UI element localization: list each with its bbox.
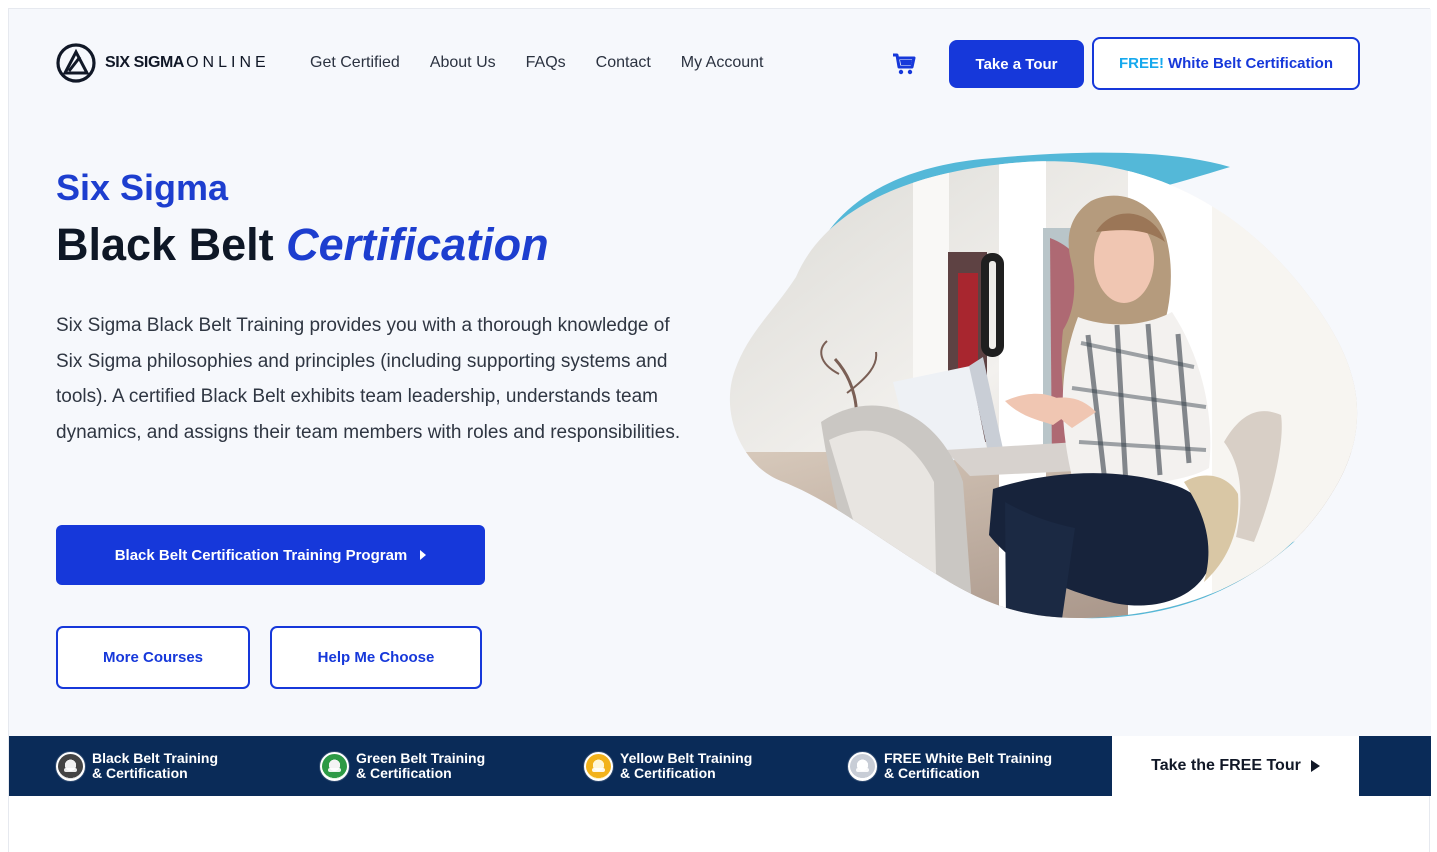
green-belt-course-label: Green Belt Training & Certification (356, 751, 485, 781)
white-belt-course-label: FREE White Belt Training & Certification (884, 751, 1052, 781)
six-sigma-logo-icon (56, 43, 96, 83)
take-free-tour-label: Take the FREE Tour (1151, 757, 1301, 774)
play-caret-icon (1310, 760, 1320, 772)
yellow-belt-course-line-1: Yellow Belt Training (620, 750, 753, 766)
white-belt-badge-icon (848, 751, 877, 781)
black-belt-badge-icon (56, 751, 85, 781)
white-belt-course-line-2: & Certification (884, 765, 980, 781)
hero-title-emphasis: Certification (286, 219, 549, 270)
hero-section: SIX SIGMA ONLINE Get Certified About Us … (9, 9, 1431, 736)
yellow-belt-badge-icon (584, 751, 613, 781)
logo-text: SIX SIGMA ONLINE (105, 54, 270, 72)
nav-my-account[interactable]: My Account (681, 54, 764, 72)
course-navigation-bar: Black Belt Training & Certification Gree… (9, 736, 1431, 796)
green-belt-badge-icon (320, 751, 349, 781)
nav-faqs[interactable]: FAQs (526, 54, 566, 72)
white-belt-course-line-1: FREE White Belt Training (884, 750, 1053, 766)
black-belt-program-button[interactable]: Black Belt Certification Training Progra… (56, 525, 485, 585)
white-belt-button-label: White Belt Certification (1167, 55, 1333, 72)
take-free-tour-button[interactable]: Take the FREE Tour (1112, 736, 1359, 796)
green-belt-course-line-1: Green Belt Training (356, 750, 486, 766)
shopping-cart-svg (893, 53, 916, 75)
black-belt-course-label: Black Belt Training & Certification (92, 751, 218, 781)
more-courses-button[interactable]: More Courses (56, 626, 250, 689)
white-belt-course-link[interactable]: FREE White Belt Training & Certification (848, 736, 1052, 796)
free-white-belt-certification-button[interactable]: FREE! White Belt Certification (1092, 37, 1360, 90)
green-belt-course-line-2: & Certification (356, 765, 452, 781)
site-logo[interactable]: SIX SIGMA ONLINE (55, 42, 270, 84)
caret-right-icon (420, 550, 427, 560)
yellow-belt-course-link[interactable]: Yellow Belt Training & Certification (584, 736, 752, 796)
logo-light-text: ONLINE (186, 54, 270, 71)
hero-kicker: Six Sigma (56, 167, 229, 208)
logo-strong-text: SIX SIGMA (105, 54, 185, 71)
hero-description: Six Sigma Black Belt Training provides y… (56, 315, 681, 443)
black-belt-program-label: Black Belt Certification Training Progra… (114, 546, 408, 564)
hero-title: Black Belt Certification (56, 219, 549, 271)
hero-title-main: Black Belt (56, 219, 274, 270)
black-belt-course-line-2: & Certification (92, 765, 188, 781)
black-belt-course-line-1: Black Belt Training (92, 750, 219, 766)
main-navigation: Get Certified About Us FAQs Contact My A… (310, 51, 763, 75)
black-belt-course-link[interactable]: Black Belt Training & Certification (56, 736, 218, 796)
yellow-belt-course-line-2: & Certification (620, 765, 716, 781)
nav-contact[interactable]: Contact (596, 54, 651, 72)
green-belt-course-link[interactable]: Green Belt Training & Certification (320, 736, 485, 796)
help-me-choose-button[interactable]: Help Me Choose (270, 626, 482, 689)
free-highlight-text: FREE! (1118, 55, 1164, 72)
nav-about-us[interactable]: About Us (430, 54, 496, 72)
take-a-tour-button[interactable]: Take a Tour (949, 40, 1084, 88)
page-frame: SIX SIGMA ONLINE Get Certified About Us … (8, 8, 1431, 852)
nav-get-certified[interactable]: Get Certified (310, 54, 400, 72)
shopping-cart-icon[interactable] (892, 53, 916, 75)
hero-woman-laptop-image (729, 152, 1358, 619)
yellow-belt-course-label: Yellow Belt Training & Certification (620, 751, 752, 781)
